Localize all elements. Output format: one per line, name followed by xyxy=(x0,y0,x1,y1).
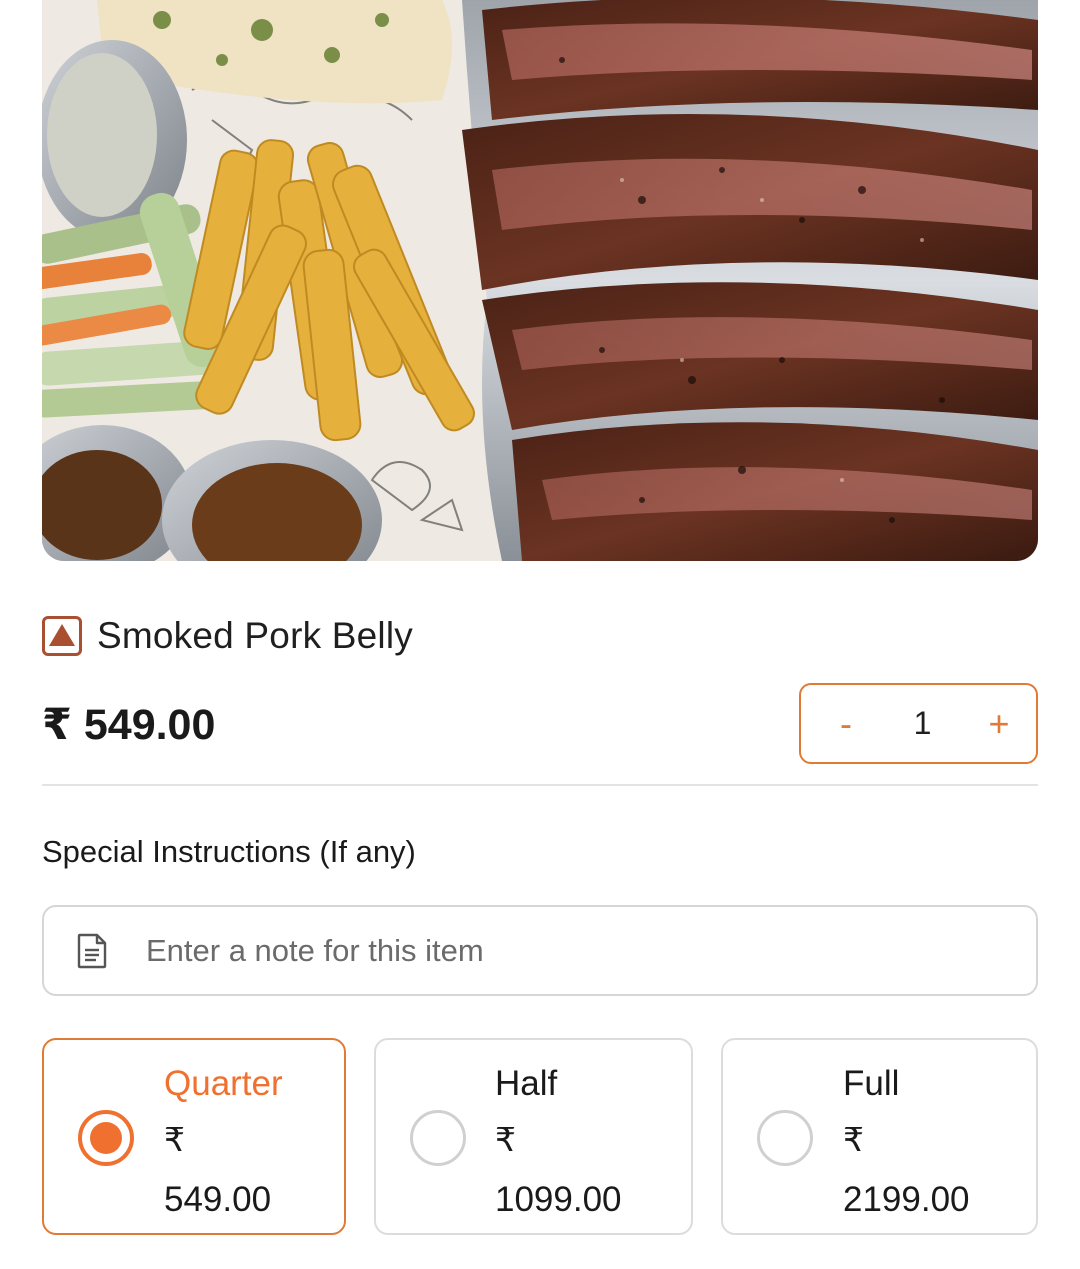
non-veg-icon xyxy=(42,616,82,656)
option-half[interactable]: Half ₹ 1099.00 xyxy=(374,1038,693,1235)
option-name: Quarter xyxy=(164,1064,283,1103)
note-icon xyxy=(77,933,107,968)
item-title: Smoked Pork Belly xyxy=(97,615,413,656)
quantity-stepper: - 1 + xyxy=(799,683,1038,764)
option-name: Full xyxy=(843,1064,900,1103)
quantity-value: 1 xyxy=(913,705,932,741)
radio-button[interactable] xyxy=(410,1110,466,1166)
radio-button-selected[interactable] xyxy=(78,1110,134,1166)
option-price: 1099.00 xyxy=(495,1180,622,1219)
option-price: 549.00 xyxy=(164,1180,272,1219)
option-name: Half xyxy=(495,1064,558,1103)
currency-symbol: ₹ xyxy=(843,1121,864,1158)
note-field[interactable] xyxy=(42,905,1038,996)
radio-button[interactable] xyxy=(757,1110,813,1166)
option-quarter[interactable]: Quarter ₹ 549.00 xyxy=(42,1038,346,1235)
special-instructions-label: Special Instructions (If any) xyxy=(42,834,416,869)
food-image xyxy=(42,0,1038,561)
decrement-button[interactable]: - xyxy=(831,705,861,742)
currency-symbol: ₹ xyxy=(495,1121,516,1158)
currency-symbol: ₹ xyxy=(164,1121,185,1158)
item-title-row: Smoked Pork Belly xyxy=(42,612,413,660)
divider xyxy=(42,784,1038,786)
increment-button[interactable]: + xyxy=(984,705,1014,742)
item-photo xyxy=(42,0,1038,561)
note-input[interactable] xyxy=(144,931,1036,970)
option-price: 2199.00 xyxy=(843,1180,970,1219)
option-full[interactable]: Full ₹ 2199.00 xyxy=(721,1038,1038,1235)
item-price: ₹ 549.00 xyxy=(42,701,216,749)
